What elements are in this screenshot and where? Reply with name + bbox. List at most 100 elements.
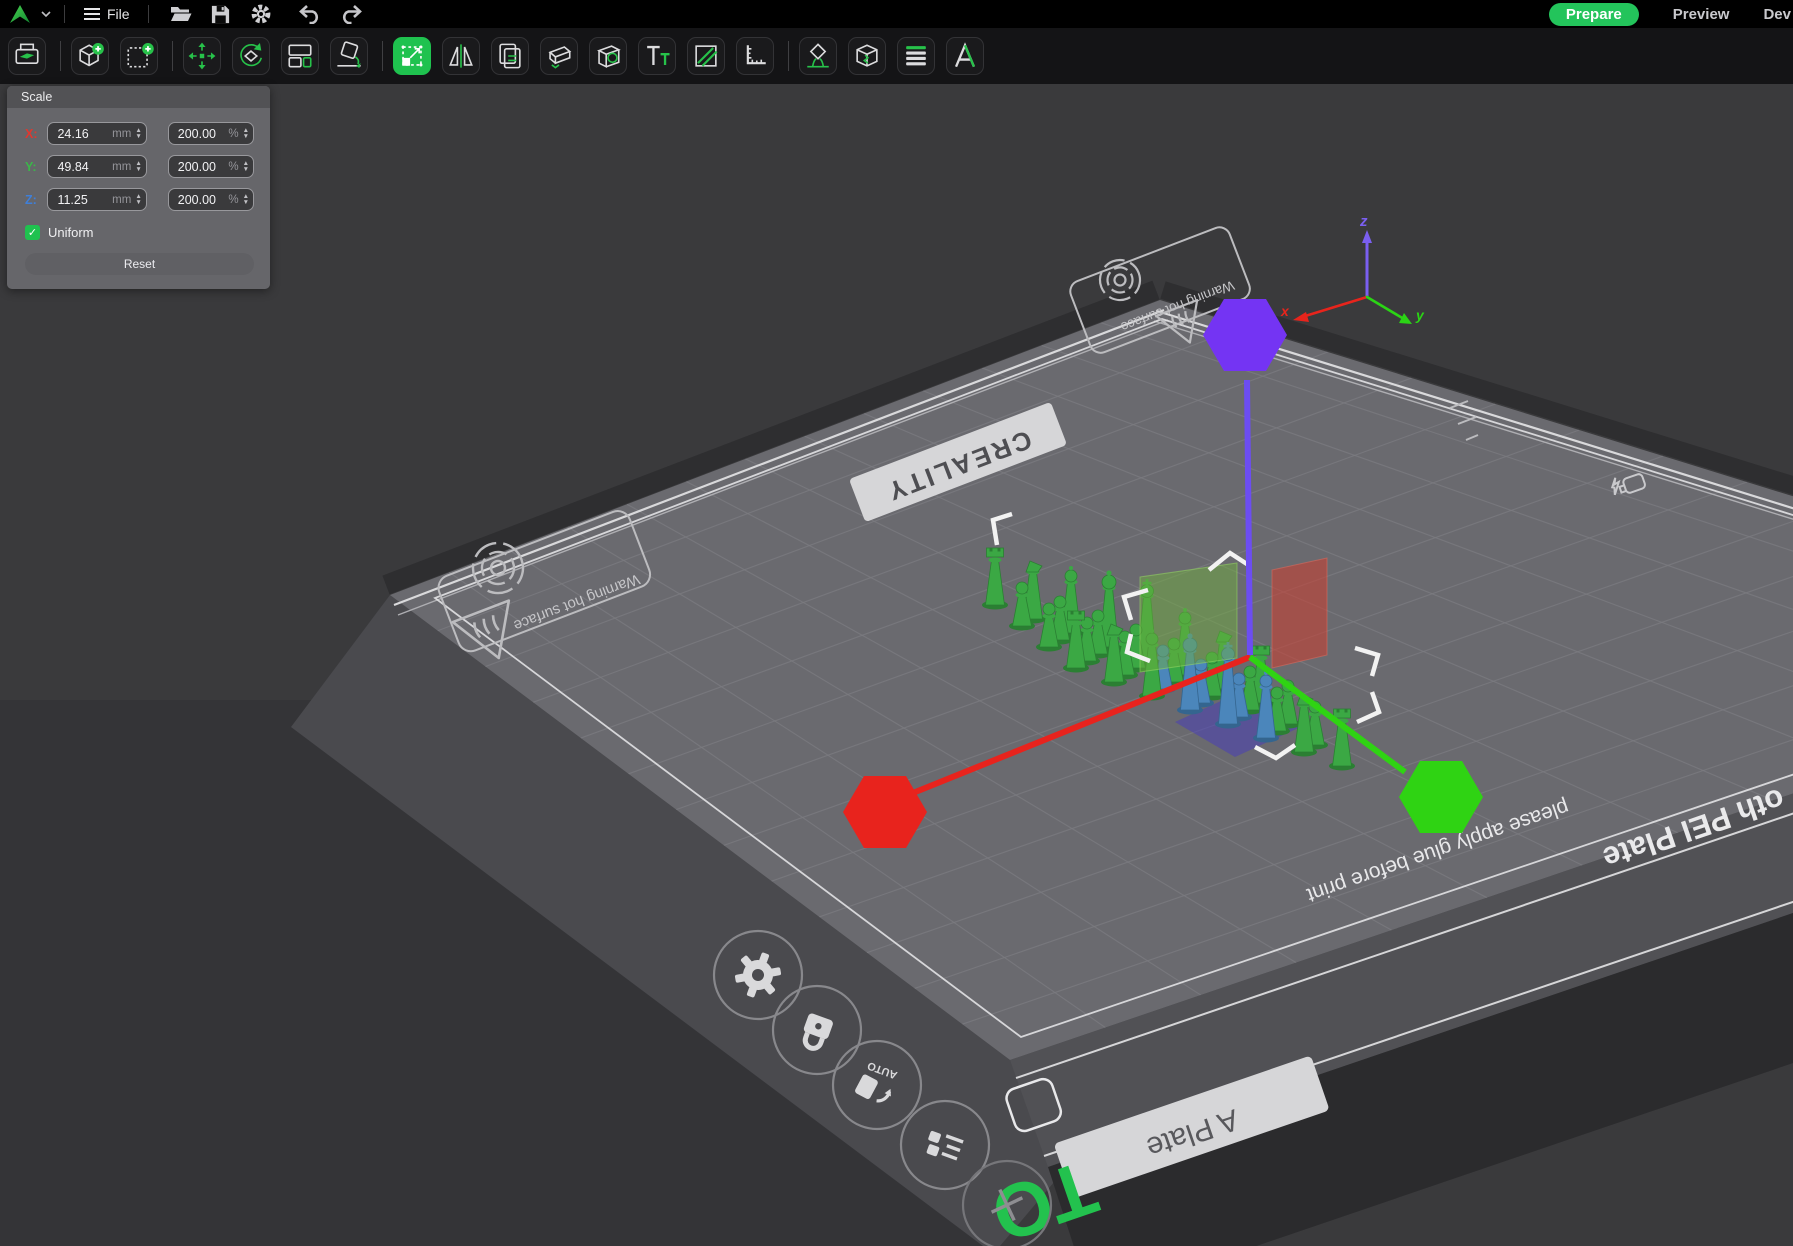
mm-unit: mm (112, 128, 131, 140)
redo-icon (339, 4, 363, 24)
tool-add-plate-button[interactable] (120, 37, 158, 75)
scale-percent-input[interactable]: 200.00% ▲▼ (168, 122, 254, 145)
mode-tab-dev[interactable]: Dev (1763, 6, 1791, 23)
arrange-icon (283, 39, 317, 73)
tool-arrange-button[interactable] (281, 37, 319, 75)
scale-icon (395, 39, 429, 73)
percent-stepper[interactable]: ▲▼ (243, 128, 249, 140)
mm-stepper[interactable]: ▲▼ (135, 128, 141, 140)
axis-z-label: z (1359, 213, 1368, 230)
hamburger-icon (83, 7, 101, 21)
mm-value[interactable]: 24.16 (48, 127, 112, 141)
measure-icon (738, 39, 772, 73)
tool-lay-flat-button[interactable] (330, 37, 368, 75)
percent-unit: % (228, 194, 238, 206)
logo-chevron-down-icon[interactable] (40, 6, 52, 22)
mode-tab-prepare[interactable]: Prepare (1549, 3, 1639, 26)
add-model-icon (73, 39, 107, 73)
mm-value[interactable]: 49.84 (48, 160, 112, 174)
tool-seam-button[interactable] (848, 37, 886, 75)
save-button[interactable] (208, 1, 234, 27)
open-file-button[interactable] (168, 1, 194, 27)
axis-x-label: x (1280, 303, 1290, 319)
axis-label: Z: (25, 193, 47, 207)
tool-support-button[interactable] (799, 37, 837, 75)
tool-scale-button[interactable] (393, 37, 431, 75)
scale-row-z: Z:11.25mm ▲▼ 200.00% ▲▼ (25, 188, 254, 211)
percent-unit: % (228, 128, 238, 140)
scale-row-y: Y:49.84mm ▲▼ 200.00% ▲▼ (25, 155, 254, 178)
app-logo[interactable] (7, 1, 33, 27)
settings-button[interactable] (248, 1, 274, 27)
uniform-row: ✓ Uniform (25, 225, 254, 240)
paint-icon (689, 39, 723, 73)
toolbar-divider (172, 41, 173, 71)
tool-cut-button[interactable] (540, 37, 578, 75)
printer-icon (10, 39, 44, 73)
save-icon (210, 4, 231, 25)
seam-icon (850, 39, 884, 73)
scale-panel-title[interactable]: Scale (7, 86, 270, 108)
toolbar-divider (382, 41, 383, 71)
percent-value[interactable]: 200.00 (169, 160, 229, 174)
mm-value[interactable]: 11.25 (48, 193, 112, 207)
redo-button[interactable] (338, 1, 364, 27)
scale-percent-input[interactable]: 200.00% ▲▼ (168, 155, 254, 178)
tool-printer-button[interactable] (8, 37, 46, 75)
reset-button[interactable]: Reset (25, 253, 254, 275)
creality-logo-icon (7, 2, 33, 26)
hole-icon (591, 39, 625, 73)
tool-paint-button[interactable] (687, 37, 725, 75)
tool-rotate-button[interactable] (232, 37, 270, 75)
toolbar-divider (788, 41, 789, 71)
percent-stepper[interactable]: ▲▼ (243, 194, 249, 206)
scale-mm-input[interactable]: 49.84mm ▲▼ (47, 155, 146, 178)
file-menu[interactable]: File (77, 0, 136, 28)
menu-bar: File Prepare Preview Dev (0, 0, 1793, 28)
axis-y-label: y (1415, 307, 1425, 323)
tool-font-button[interactable] (946, 37, 984, 75)
scale-mm-input[interactable]: 11.25mm ▲▼ (47, 188, 146, 211)
tool-mirror-button[interactable] (442, 37, 480, 75)
mm-stepper[interactable]: ▲▼ (135, 194, 141, 206)
tool-add-model-button[interactable] (71, 37, 109, 75)
scale-row-x: X:24.16mm ▲▼ 200.00% ▲▼ (25, 122, 254, 145)
gear-icon (250, 3, 272, 25)
tool-measure-button[interactable] (736, 37, 774, 75)
percent-value[interactable]: 200.00 (169, 193, 229, 207)
move-icon (185, 39, 219, 73)
gizmo-plane-xz[interactable] (1272, 558, 1327, 668)
support-icon (801, 39, 835, 73)
tool-hole-button[interactable] (589, 37, 627, 75)
divider (64, 5, 65, 23)
tool-clone-button[interactable] (491, 37, 529, 75)
folder-open-icon (169, 4, 193, 24)
gizmo-plane-yz[interactable] (1140, 563, 1237, 672)
tool-layers-button[interactable] (897, 37, 935, 75)
percent-value[interactable]: 200.00 (169, 127, 229, 141)
mode-tab-preview[interactable]: Preview (1673, 6, 1730, 23)
uniform-checkbox[interactable]: ✓ (25, 225, 40, 240)
text-icon (640, 39, 674, 73)
clone-icon (493, 39, 527, 73)
scale-percent-input[interactable]: 200.00% ▲▼ (168, 188, 254, 211)
mm-stepper[interactable]: ▲▼ (135, 161, 141, 173)
main-toolbar (0, 28, 1793, 84)
undo-button[interactable] (297, 1, 323, 27)
layers-icon (899, 39, 933, 73)
mirror-icon (444, 39, 478, 73)
rotate-icon (234, 39, 268, 73)
mm-unit: mm (112, 161, 131, 173)
gizmo-z-axis[interactable] (1247, 380, 1250, 655)
undo-icon (298, 4, 322, 24)
uniform-label: Uniform (48, 225, 94, 240)
axis-label: Y: (25, 160, 47, 174)
tool-text-button[interactable] (638, 37, 676, 75)
percent-unit: % (228, 161, 238, 173)
percent-stepper[interactable]: ▲▼ (243, 161, 249, 173)
scale-mm-input[interactable]: 24.16mm ▲▼ (47, 122, 146, 145)
mm-unit: mm (112, 194, 131, 206)
tool-move-button[interactable] (183, 37, 221, 75)
axis-label: X: (25, 127, 47, 141)
scale-panel: Scale X:24.16mm▲▼200.00%▲▼Y:49.84mm▲▼200… (7, 86, 270, 289)
